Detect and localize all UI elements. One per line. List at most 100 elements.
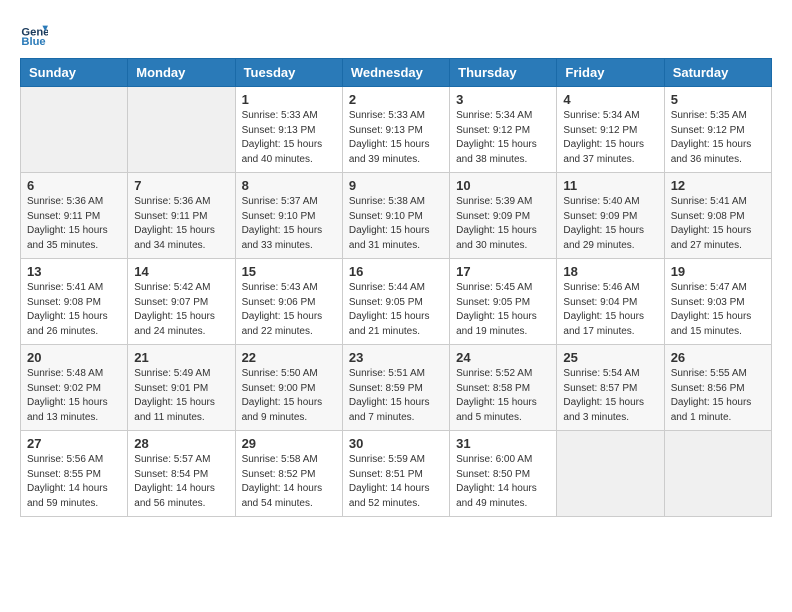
calendar-week-row: 6 Sunrise: 5:36 AM Sunset: 9:11 PM Daylig…: [21, 173, 772, 259]
col-header-thursday: Thursday: [450, 59, 557, 87]
calendar-week-row: 1 Sunrise: 5:33 AM Sunset: 9:13 PM Daylig…: [21, 87, 772, 173]
calendar-cell: 29Sunrise: 5:58 AM Sunset: 8:52 PM Dayli…: [235, 431, 342, 517]
day-number: 11: [563, 178, 657, 193]
day-number: 28: [134, 436, 228, 451]
page-header: General Blue: [20, 20, 772, 48]
day-number: 20: [27, 350, 121, 365]
day-info: Sunrise: 5:54 AM Sunset: 8:57 PM Dayligh…: [563, 367, 657, 425]
day-number: 8: [242, 178, 336, 193]
calendar-cell: 21 Sunrise: 5:49 AM Sunset: 9:01 PM Dayli…: [128, 345, 235, 431]
day-number: 22: [242, 350, 336, 365]
day-number: 6: [27, 178, 121, 193]
day-info: Sunrise: 5:41 AM Sunset: 9:08 PM Dayligh…: [671, 195, 765, 253]
day-number: 23: [349, 350, 443, 365]
day-number: 1: [242, 92, 336, 107]
calendar-cell: 8 Sunrise: 5:37 AM Sunset: 9:10 PM Daylig…: [235, 173, 342, 259]
day-number: 2: [349, 92, 443, 107]
calendar-cell: [557, 431, 664, 517]
calendar-week-row: 27Sunrise: 5:56 AM Sunset: 8:55 PM Dayli…: [21, 431, 772, 517]
day-info: Sunrise: 5:49 AM Sunset: 9:01 PM Dayligh…: [134, 367, 228, 425]
calendar-cell: 20 Sunrise: 5:48 AM Sunset: 9:02 PM Dayli…: [21, 345, 128, 431]
calendar-week-row: 13Sunrise: 5:41 AM Sunset: 9:08 PM Dayli…: [21, 259, 772, 345]
day-info: Sunrise: 5:46 AM Sunset: 9:04 PM Dayligh…: [563, 281, 657, 339]
calendar-cell: [128, 87, 235, 173]
day-info: Sunrise: 5:36 AM Sunset: 9:11 PM Dayligh…: [134, 195, 228, 253]
day-number: 5: [671, 92, 765, 107]
calendar-week-row: 20 Sunrise: 5:48 AM Sunset: 9:02 PM Dayli…: [21, 345, 772, 431]
day-number: 10: [456, 178, 550, 193]
day-info: Sunrise: 5:43 AM Sunset: 9:06 PM Dayligh…: [242, 281, 336, 339]
day-number: 4: [563, 92, 657, 107]
day-info: Sunrise: 5:40 AM Sunset: 9:09 PM Dayligh…: [563, 195, 657, 253]
calendar-cell: 11 Sunrise: 5:40 AM Sunset: 9:09 PM Dayli…: [557, 173, 664, 259]
day-number: 24: [456, 350, 550, 365]
day-info: Sunrise: 5:33 AM Sunset: 9:13 PM Dayligh…: [349, 109, 443, 167]
calendar-cell: 17 Sunrise: 5:45 AM Sunset: 9:05 PM Dayli…: [450, 259, 557, 345]
day-info: Sunrise: 5:58 AM Sunset: 8:52 PM Dayligh…: [242, 453, 336, 511]
day-info: Sunrise: 5:39 AM Sunset: 9:09 PM Dayligh…: [456, 195, 550, 253]
col-header-saturday: Saturday: [664, 59, 771, 87]
day-number: 25: [563, 350, 657, 365]
day-info: Sunrise: 5:48 AM Sunset: 9:02 PM Dayligh…: [27, 367, 121, 425]
day-number: 9: [349, 178, 443, 193]
day-info: Sunrise: 5:59 AM Sunset: 8:51 PM Dayligh…: [349, 453, 443, 511]
day-info: Sunrise: 5:45 AM Sunset: 9:05 PM Dayligh…: [456, 281, 550, 339]
day-info: Sunrise: 5:51 AM Sunset: 8:59 PM Dayligh…: [349, 367, 443, 425]
day-info: Sunrise: 5:41 AM Sunset: 9:08 PM Dayligh…: [27, 281, 121, 339]
day-info: Sunrise: 5:56 AM Sunset: 8:55 PM Dayligh…: [27, 453, 121, 511]
calendar-cell: 15Sunrise: 5:43 AM Sunset: 9:06 PM Dayli…: [235, 259, 342, 345]
calendar-cell: 30 Sunrise: 5:59 AM Sunset: 8:51 PM Dayli…: [342, 431, 449, 517]
calendar-cell: 14 Sunrise: 5:42 AM Sunset: 9:07 PM Dayli…: [128, 259, 235, 345]
day-info: Sunrise: 6:00 AM Sunset: 8:50 PM Dayligh…: [456, 453, 550, 511]
day-number: 18: [563, 264, 657, 279]
calendar-cell: 13Sunrise: 5:41 AM Sunset: 9:08 PM Dayli…: [21, 259, 128, 345]
day-info: Sunrise: 5:52 AM Sunset: 8:58 PM Dayligh…: [456, 367, 550, 425]
calendar-cell: 9 Sunrise: 5:38 AM Sunset: 9:10 PM Daylig…: [342, 173, 449, 259]
col-header-sunday: Sunday: [21, 59, 128, 87]
calendar-cell: 28 Sunrise: 5:57 AM Sunset: 8:54 PM Dayli…: [128, 431, 235, 517]
logo-icon: General Blue: [20, 20, 48, 48]
day-number: 17: [456, 264, 550, 279]
day-number: 3: [456, 92, 550, 107]
day-number: 7: [134, 178, 228, 193]
svg-text:Blue: Blue: [21, 36, 45, 48]
calendar-cell: 23 Sunrise: 5:51 AM Sunset: 8:59 PM Dayli…: [342, 345, 449, 431]
day-number: 12: [671, 178, 765, 193]
col-header-monday: Monday: [128, 59, 235, 87]
calendar-cell: 31Sunrise: 6:00 AM Sunset: 8:50 PM Dayli…: [450, 431, 557, 517]
calendar-cell: 25 Sunrise: 5:54 AM Sunset: 8:57 PM Dayli…: [557, 345, 664, 431]
calendar-table: SundayMondayTuesdayWednesdayThursdayFrid…: [20, 58, 772, 517]
calendar-cell: 26Sunrise: 5:55 AM Sunset: 8:56 PM Dayli…: [664, 345, 771, 431]
day-info: Sunrise: 5:42 AM Sunset: 9:07 PM Dayligh…: [134, 281, 228, 339]
day-number: 30: [349, 436, 443, 451]
calendar-header-row: SundayMondayTuesdayWednesdayThursdayFrid…: [21, 59, 772, 87]
calendar-cell: 24 Sunrise: 5:52 AM Sunset: 8:58 PM Dayli…: [450, 345, 557, 431]
day-number: 21: [134, 350, 228, 365]
calendar-cell: 7 Sunrise: 5:36 AM Sunset: 9:11 PM Daylig…: [128, 173, 235, 259]
day-info: Sunrise: 5:50 AM Sunset: 9:00 PM Dayligh…: [242, 367, 336, 425]
calendar-cell: 2 Sunrise: 5:33 AM Sunset: 9:13 PM Daylig…: [342, 87, 449, 173]
day-info: Sunrise: 5:57 AM Sunset: 8:54 PM Dayligh…: [134, 453, 228, 511]
col-header-wednesday: Wednesday: [342, 59, 449, 87]
calendar-cell: 27Sunrise: 5:56 AM Sunset: 8:55 PM Dayli…: [21, 431, 128, 517]
calendar-cell: 12 Sunrise: 5:41 AM Sunset: 9:08 PM Dayli…: [664, 173, 771, 259]
col-header-tuesday: Tuesday: [235, 59, 342, 87]
day-info: Sunrise: 5:37 AM Sunset: 9:10 PM Dayligh…: [242, 195, 336, 253]
day-info: Sunrise: 5:44 AM Sunset: 9:05 PM Dayligh…: [349, 281, 443, 339]
calendar-cell: 19Sunrise: 5:47 AM Sunset: 9:03 PM Dayli…: [664, 259, 771, 345]
day-info: Sunrise: 5:38 AM Sunset: 9:10 PM Dayligh…: [349, 195, 443, 253]
day-info: Sunrise: 5:36 AM Sunset: 9:11 PM Dayligh…: [27, 195, 121, 253]
calendar-cell: [21, 87, 128, 173]
calendar-cell: 18 Sunrise: 5:46 AM Sunset: 9:04 PM Dayli…: [557, 259, 664, 345]
col-header-friday: Friday: [557, 59, 664, 87]
day-info: Sunrise: 5:34 AM Sunset: 9:12 PM Dayligh…: [456, 109, 550, 167]
day-info: Sunrise: 5:47 AM Sunset: 9:03 PM Dayligh…: [671, 281, 765, 339]
day-info: Sunrise: 5:35 AM Sunset: 9:12 PM Dayligh…: [671, 109, 765, 167]
calendar-cell: 1Sunrise: 5:33 AM Sunset: 9:13 PM Daylig…: [235, 87, 342, 173]
calendar-cell: 3 Sunrise: 5:34 AM Sunset: 9:12 PM Daylig…: [450, 87, 557, 173]
calendar-cell: 4 Sunrise: 5:34 AM Sunset: 9:12 PM Daylig…: [557, 87, 664, 173]
calendar-cell: [664, 431, 771, 517]
calendar-cell: 10 Sunrise: 5:39 AM Sunset: 9:09 PM Dayli…: [450, 173, 557, 259]
day-number: 14: [134, 264, 228, 279]
day-info: Sunrise: 5:34 AM Sunset: 9:12 PM Dayligh…: [563, 109, 657, 167]
